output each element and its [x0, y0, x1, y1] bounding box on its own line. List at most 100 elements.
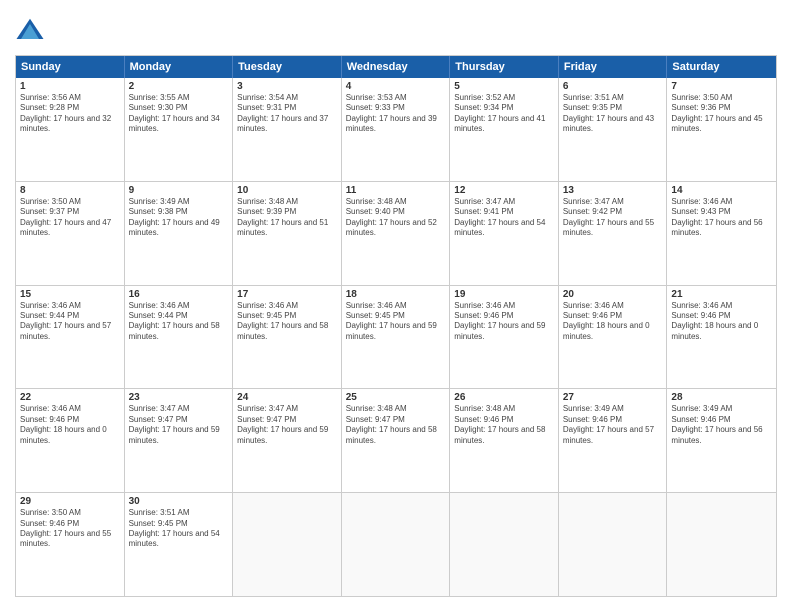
cal-header-monday: Monday [125, 56, 234, 78]
logo-icon [15, 15, 45, 45]
cal-cell-5-7 [667, 493, 776, 596]
day-info: Sunrise: 3:50 AM Sunset: 9:37 PM Dayligh… [20, 197, 120, 239]
day-info: Sunrise: 3:46 AM Sunset: 9:45 PM Dayligh… [237, 301, 337, 343]
day-info: Sunrise: 3:47 AM Sunset: 9:42 PM Dayligh… [563, 197, 663, 239]
day-number: 5 [454, 81, 554, 92]
cal-cell-2-5: 12 Sunrise: 3:47 AM Sunset: 9:41 PM Dayl… [450, 182, 559, 285]
cal-cell-2-1: 8 Sunrise: 3:50 AM Sunset: 9:37 PM Dayli… [16, 182, 125, 285]
day-number: 14 [671, 185, 772, 196]
day-info: Sunrise: 3:46 AM Sunset: 9:46 PM Dayligh… [563, 301, 663, 343]
cal-cell-2-3: 10 Sunrise: 3:48 AM Sunset: 9:39 PM Dayl… [233, 182, 342, 285]
day-number: 9 [129, 185, 229, 196]
day-info: Sunrise: 3:55 AM Sunset: 9:30 PM Dayligh… [129, 93, 229, 135]
cal-row-1: 1 Sunrise: 3:56 AM Sunset: 9:28 PM Dayli… [16, 78, 776, 182]
cal-cell-4-3: 24 Sunrise: 3:47 AM Sunset: 9:47 PM Dayl… [233, 389, 342, 492]
cal-cell-1-3: 3 Sunrise: 3:54 AM Sunset: 9:31 PM Dayli… [233, 78, 342, 181]
day-number: 7 [671, 81, 772, 92]
cal-cell-4-6: 27 Sunrise: 3:49 AM Sunset: 9:46 PM Dayl… [559, 389, 668, 492]
cal-header-wednesday: Wednesday [342, 56, 451, 78]
cal-header-thursday: Thursday [450, 56, 559, 78]
day-info: Sunrise: 3:48 AM Sunset: 9:46 PM Dayligh… [454, 404, 554, 446]
day-info: Sunrise: 3:49 AM Sunset: 9:38 PM Dayligh… [129, 197, 229, 239]
day-info: Sunrise: 3:51 AM Sunset: 9:45 PM Dayligh… [129, 508, 229, 550]
cal-cell-5-1: 29 Sunrise: 3:50 AM Sunset: 9:46 PM Dayl… [16, 493, 125, 596]
day-info: Sunrise: 3:50 AM Sunset: 9:36 PM Dayligh… [671, 93, 772, 135]
day-number: 3 [237, 81, 337, 92]
day-info: Sunrise: 3:48 AM Sunset: 9:39 PM Dayligh… [237, 197, 337, 239]
day-number: 30 [129, 496, 229, 507]
cal-cell-4-7: 28 Sunrise: 3:49 AM Sunset: 9:46 PM Dayl… [667, 389, 776, 492]
day-info: Sunrise: 3:46 AM Sunset: 9:46 PM Dayligh… [454, 301, 554, 343]
cal-cell-2-4: 11 Sunrise: 3:48 AM Sunset: 9:40 PM Dayl… [342, 182, 451, 285]
cal-cell-3-1: 15 Sunrise: 3:46 AM Sunset: 9:44 PM Dayl… [16, 286, 125, 389]
header [15, 15, 777, 45]
cal-cell-3-3: 17 Sunrise: 3:46 AM Sunset: 9:45 PM Dayl… [233, 286, 342, 389]
day-info: Sunrise: 3:51 AM Sunset: 9:35 PM Dayligh… [563, 93, 663, 135]
cal-cell-1-7: 7 Sunrise: 3:50 AM Sunset: 9:36 PM Dayli… [667, 78, 776, 181]
day-info: Sunrise: 3:53 AM Sunset: 9:33 PM Dayligh… [346, 93, 446, 135]
day-info: Sunrise: 3:46 AM Sunset: 9:43 PM Dayligh… [671, 197, 772, 239]
day-number: 22 [20, 392, 120, 403]
day-number: 11 [346, 185, 446, 196]
day-number: 15 [20, 289, 120, 300]
day-number: 10 [237, 185, 337, 196]
cal-cell-3-5: 19 Sunrise: 3:46 AM Sunset: 9:46 PM Dayl… [450, 286, 559, 389]
day-number: 13 [563, 185, 663, 196]
cal-cell-4-4: 25 Sunrise: 3:48 AM Sunset: 9:47 PM Dayl… [342, 389, 451, 492]
day-info: Sunrise: 3:49 AM Sunset: 9:46 PM Dayligh… [563, 404, 663, 446]
cal-row-3: 15 Sunrise: 3:46 AM Sunset: 9:44 PM Dayl… [16, 286, 776, 390]
cal-cell-2-7: 14 Sunrise: 3:46 AM Sunset: 9:43 PM Dayl… [667, 182, 776, 285]
day-number: 1 [20, 81, 120, 92]
day-info: Sunrise: 3:46 AM Sunset: 9:44 PM Dayligh… [20, 301, 120, 343]
day-number: 24 [237, 392, 337, 403]
day-number: 29 [20, 496, 120, 507]
day-number: 27 [563, 392, 663, 403]
day-info: Sunrise: 3:46 AM Sunset: 9:46 PM Dayligh… [20, 404, 120, 446]
cal-cell-4-2: 23 Sunrise: 3:47 AM Sunset: 9:47 PM Dayl… [125, 389, 234, 492]
day-number: 19 [454, 289, 554, 300]
day-number: 12 [454, 185, 554, 196]
cal-cell-2-6: 13 Sunrise: 3:47 AM Sunset: 9:42 PM Dayl… [559, 182, 668, 285]
cal-cell-5-4 [342, 493, 451, 596]
day-info: Sunrise: 3:48 AM Sunset: 9:40 PM Dayligh… [346, 197, 446, 239]
day-number: 23 [129, 392, 229, 403]
calendar-body: 1 Sunrise: 3:56 AM Sunset: 9:28 PM Dayli… [16, 78, 776, 596]
day-number: 20 [563, 289, 663, 300]
day-info: Sunrise: 3:47 AM Sunset: 9:47 PM Dayligh… [237, 404, 337, 446]
day-info: Sunrise: 3:47 AM Sunset: 9:41 PM Dayligh… [454, 197, 554, 239]
day-number: 8 [20, 185, 120, 196]
cal-cell-1-5: 5 Sunrise: 3:52 AM Sunset: 9:34 PM Dayli… [450, 78, 559, 181]
day-info: Sunrise: 3:54 AM Sunset: 9:31 PM Dayligh… [237, 93, 337, 135]
page: SundayMondayTuesdayWednesdayThursdayFrid… [0, 0, 792, 612]
cal-row-2: 8 Sunrise: 3:50 AM Sunset: 9:37 PM Dayli… [16, 182, 776, 286]
day-number: 28 [671, 392, 772, 403]
day-number: 4 [346, 81, 446, 92]
cal-row-5: 29 Sunrise: 3:50 AM Sunset: 9:46 PM Dayl… [16, 493, 776, 596]
day-info: Sunrise: 3:46 AM Sunset: 9:45 PM Dayligh… [346, 301, 446, 343]
day-info: Sunrise: 3:47 AM Sunset: 9:47 PM Dayligh… [129, 404, 229, 446]
day-number: 26 [454, 392, 554, 403]
day-number: 2 [129, 81, 229, 92]
day-info: Sunrise: 3:46 AM Sunset: 9:46 PM Dayligh… [671, 301, 772, 343]
cal-header-sunday: Sunday [16, 56, 125, 78]
cal-cell-5-6 [559, 493, 668, 596]
day-info: Sunrise: 3:46 AM Sunset: 9:44 PM Dayligh… [129, 301, 229, 343]
day-number: 25 [346, 392, 446, 403]
cal-cell-1-2: 2 Sunrise: 3:55 AM Sunset: 9:30 PM Dayli… [125, 78, 234, 181]
cal-row-4: 22 Sunrise: 3:46 AM Sunset: 9:46 PM Dayl… [16, 389, 776, 493]
cal-cell-3-4: 18 Sunrise: 3:46 AM Sunset: 9:45 PM Dayl… [342, 286, 451, 389]
cal-cell-1-6: 6 Sunrise: 3:51 AM Sunset: 9:35 PM Dayli… [559, 78, 668, 181]
day-info: Sunrise: 3:52 AM Sunset: 9:34 PM Dayligh… [454, 93, 554, 135]
day-number: 18 [346, 289, 446, 300]
cal-cell-1-1: 1 Sunrise: 3:56 AM Sunset: 9:28 PM Dayli… [16, 78, 125, 181]
cal-header-saturday: Saturday [667, 56, 776, 78]
calendar-header: SundayMondayTuesdayWednesdayThursdayFrid… [16, 56, 776, 78]
cal-cell-1-4: 4 Sunrise: 3:53 AM Sunset: 9:33 PM Dayli… [342, 78, 451, 181]
day-number: 6 [563, 81, 663, 92]
cal-cell-3-7: 21 Sunrise: 3:46 AM Sunset: 9:46 PM Dayl… [667, 286, 776, 389]
day-number: 17 [237, 289, 337, 300]
cal-cell-5-2: 30 Sunrise: 3:51 AM Sunset: 9:45 PM Dayl… [125, 493, 234, 596]
cal-cell-4-5: 26 Sunrise: 3:48 AM Sunset: 9:46 PM Dayl… [450, 389, 559, 492]
logo [15, 15, 49, 45]
cal-cell-5-3 [233, 493, 342, 596]
